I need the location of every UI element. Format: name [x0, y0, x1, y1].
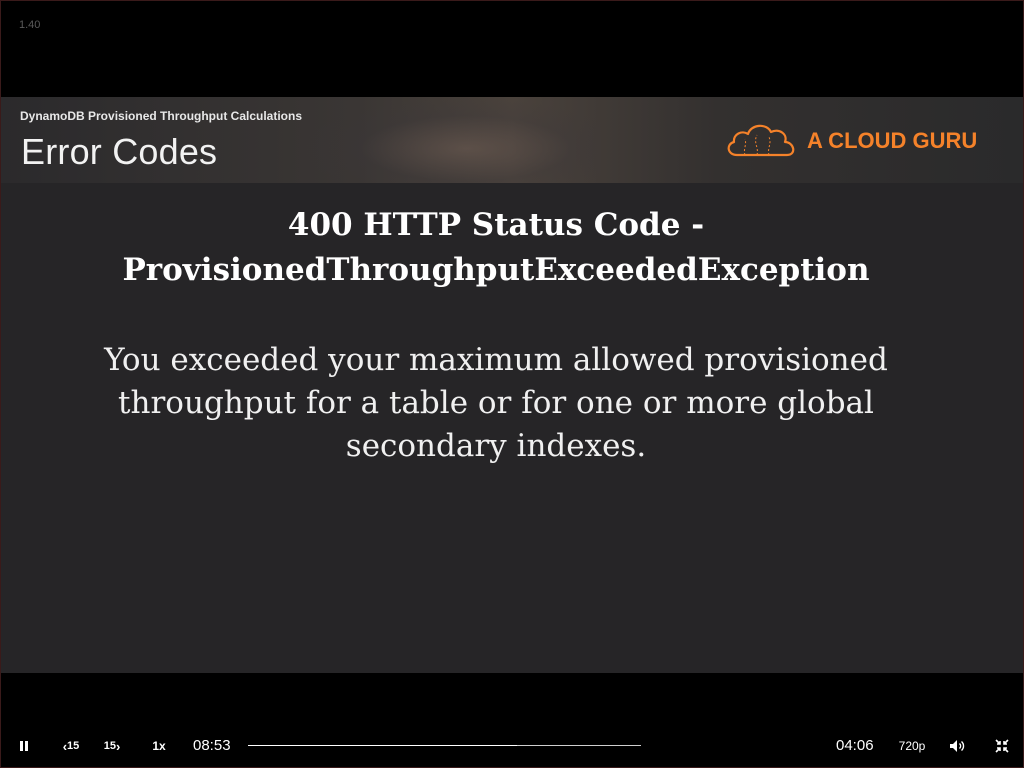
description-line: You exceeded your maximum allowed provis… — [104, 342, 888, 378]
error-heading-line: ProvisionedThroughputExceededException — [122, 252, 870, 288]
presenter-overlay — [301, 97, 601, 183]
forward-label: 15 — [103, 740, 116, 752]
brand-name: A CLOUD GURU — [807, 128, 978, 153]
forward-icon: › — [115, 738, 121, 754]
slide-frame: DynamoDB Provisioned Throughput Calculat… — [1, 97, 1023, 673]
course-title: DynamoDB Provisioned Throughput Calculat… — [20, 109, 303, 123]
description-line: throughput for a table or for one or mor… — [118, 385, 874, 421]
pause-button[interactable] — [13, 729, 35, 763]
exit-fullscreen-icon — [995, 739, 1009, 753]
remaining-time: 04:06 — [836, 737, 874, 754]
volume-button[interactable] — [947, 729, 967, 763]
progress-bar[interactable] — [248, 745, 641, 746]
forward-15-button[interactable]: 15 › — [98, 729, 126, 763]
slide-title: Error Codes — [21, 131, 218, 172]
slide-header: DynamoDB Provisioned Throughput Calculat… — [1, 97, 1023, 183]
progress-played — [248, 745, 517, 746]
error-heading: 400 HTTP Status Code - ProvisionedThroug… — [1, 203, 991, 293]
exit-fullscreen-button[interactable] — [992, 729, 1012, 763]
error-heading-line: 400 HTTP Status Code - — [287, 207, 705, 243]
rewind-15-button[interactable]: ‹ 15 — [57, 729, 85, 763]
brand-logo: A CLOUD GURU — [723, 119, 1003, 163]
video-player: 1.40 DynamoDB Provisioned Throughput Cal… — [0, 0, 1024, 768]
playback-speed-button[interactable]: 1x — [148, 729, 170, 763]
elapsed-time: 08:53 — [193, 737, 231, 754]
cloud-logo-icon — [727, 124, 795, 157]
rewind-label: 15 — [67, 740, 80, 752]
pause-icon — [20, 741, 28, 751]
player-controls: ‹ 15 15 › 1x 08:53 04:06 720p — [1, 729, 1023, 763]
quality-button[interactable]: 720p — [896, 729, 928, 763]
error-description: You exceeded your maximum allowed provis… — [1, 339, 991, 468]
volume-icon — [950, 740, 965, 752]
description-line: secondary indexes. — [345, 428, 647, 464]
version-label: 1.40 — [19, 19, 41, 31]
